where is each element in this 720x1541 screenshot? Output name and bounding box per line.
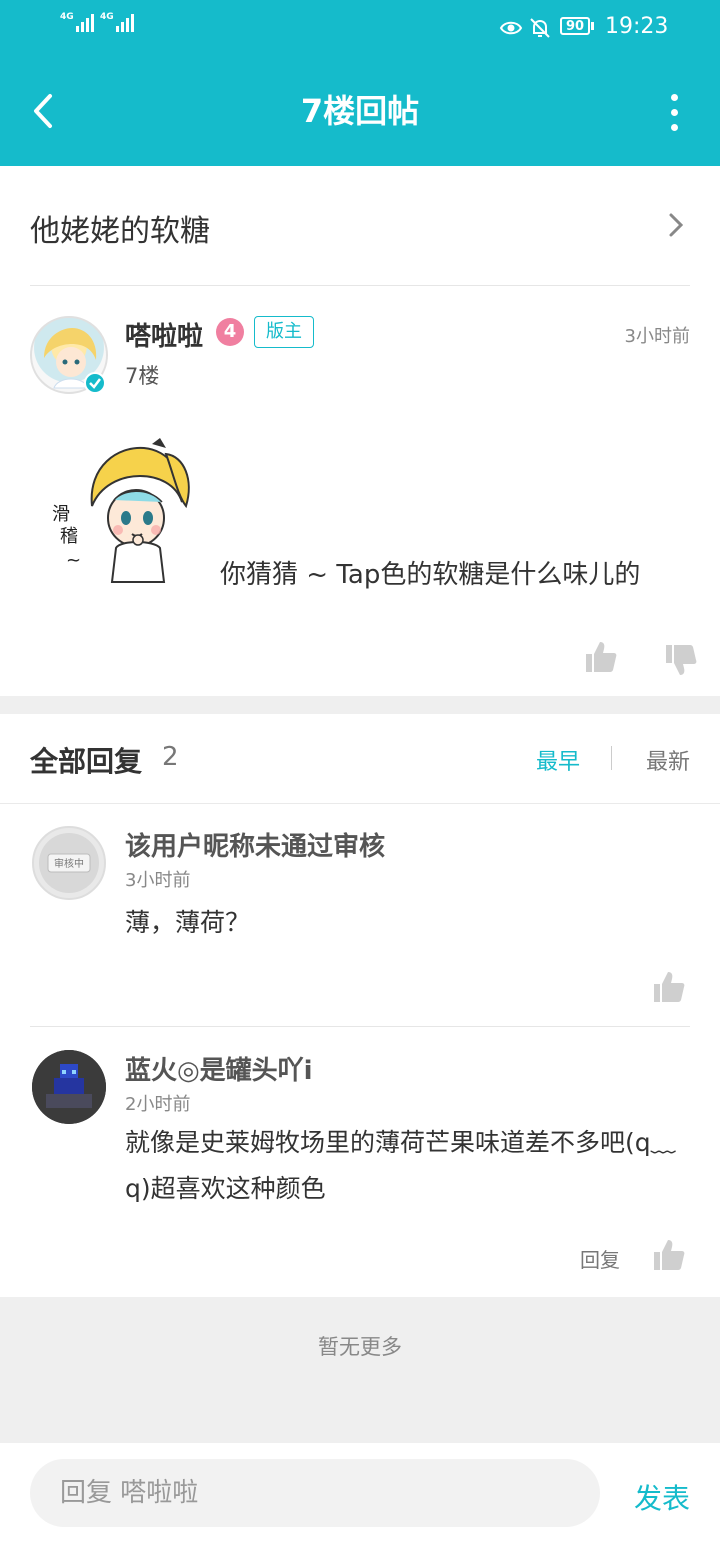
- bell-off-icon: [530, 18, 550, 38]
- signal-label: 4G: [60, 12, 74, 22]
- verified-icon: [84, 372, 106, 394]
- signal-label-2: 4G: [100, 12, 114, 22]
- post-text: 你猜猜 ~ Tap色的软糖是什么味儿的: [220, 560, 641, 590]
- reply-text: 薄，薄荷？: [125, 908, 251, 937]
- topic-title: 他姥姥的软糖: [30, 214, 210, 249]
- sort-earliest-tab[interactable]: 最早: [536, 744, 580, 776]
- reply-separator: [30, 1026, 690, 1027]
- svg-text:~: ~: [66, 550, 81, 571]
- battery-level: 90: [560, 17, 591, 35]
- reply-avatar[interactable]: [32, 1050, 106, 1124]
- signal-icon-2: 4G: [100, 12, 134, 32]
- eye-icon: [499, 21, 523, 35]
- replies-count: 2: [162, 742, 179, 772]
- reply-time: 2小时前: [125, 1094, 191, 1115]
- reply-author-name[interactable]: 该用户昵称未通过审核: [125, 826, 385, 863]
- reply-item: 蓝火◎是罐头吖i 2小时前 就像是史莱姆牧场里的薄荷芒果味道差不多吧(q﹏q)超…: [0, 1028, 720, 1296]
- more-options-icon[interactable]: [668, 94, 680, 131]
- thumbs-up-icon[interactable]: [584, 640, 618, 674]
- post-time: 3小时前: [624, 326, 690, 347]
- sort-newest-tab[interactable]: 最新: [646, 744, 690, 776]
- level-badge: 4: [216, 318, 244, 346]
- role-badge: 版主: [254, 316, 314, 348]
- reply-time: 3小时前: [125, 870, 191, 891]
- thumbs-up-icon[interactable]: [652, 1238, 686, 1272]
- thumbs-up-icon[interactable]: [652, 970, 686, 1004]
- reply-input[interactable]: [30, 1459, 600, 1527]
- reply-item: 审核中 该用户昵称未通过审核 3小时前 薄，薄荷？: [0, 804, 720, 1028]
- top-bar: 4G 4G 90 19:23 7楼回帖: [0, 0, 720, 166]
- sort-separator: [611, 746, 612, 770]
- sticker-image: 滑 稽 ~: [48, 436, 198, 586]
- thumbs-down-icon[interactable]: [664, 643, 698, 677]
- author-name[interactable]: 嗒啦啦: [125, 316, 203, 353]
- topic-link[interactable]: 他姥姥的软糖: [30, 166, 690, 286]
- no-more-footer: 暂无更多: [0, 1297, 720, 1443]
- battery-icon: 90: [560, 17, 595, 35]
- reply-button[interactable]: 回复: [580, 1244, 620, 1273]
- chevron-right-icon: [669, 213, 684, 237]
- signal-icon: 4G: [60, 12, 94, 32]
- reply-avatar[interactable]: 审核中: [32, 826, 106, 900]
- no-more-label: 暂无更多: [318, 1335, 402, 1359]
- clock: 19:23: [605, 14, 669, 39]
- reply-composer: 发表: [0, 1443, 720, 1541]
- svg-text:稽: 稽: [60, 526, 78, 547]
- reply-text: 就像是史莱姆牧场里的薄荷芒果味道差不多吧(q﹏q)超喜欢这种颜色: [125, 1128, 676, 1203]
- status-bar: 4G 4G 90 19:23: [0, 0, 720, 56]
- replies-header: 全部回复 2 最早 最新: [0, 714, 720, 804]
- app-header: 7楼回帖: [0, 56, 720, 166]
- avatar-pending-label: 审核中: [54, 857, 84, 870]
- reply-author-name[interactable]: 蓝火◎是罐头吖i: [125, 1050, 313, 1087]
- svg-text:滑: 滑: [52, 504, 70, 525]
- send-button[interactable]: 发表: [634, 1477, 690, 1517]
- floor-label: 7楼: [125, 364, 160, 388]
- replies-label: 全部回复: [30, 745, 143, 778]
- section-divider: [0, 696, 720, 714]
- page-title: 7楼回帖: [300, 92, 420, 130]
